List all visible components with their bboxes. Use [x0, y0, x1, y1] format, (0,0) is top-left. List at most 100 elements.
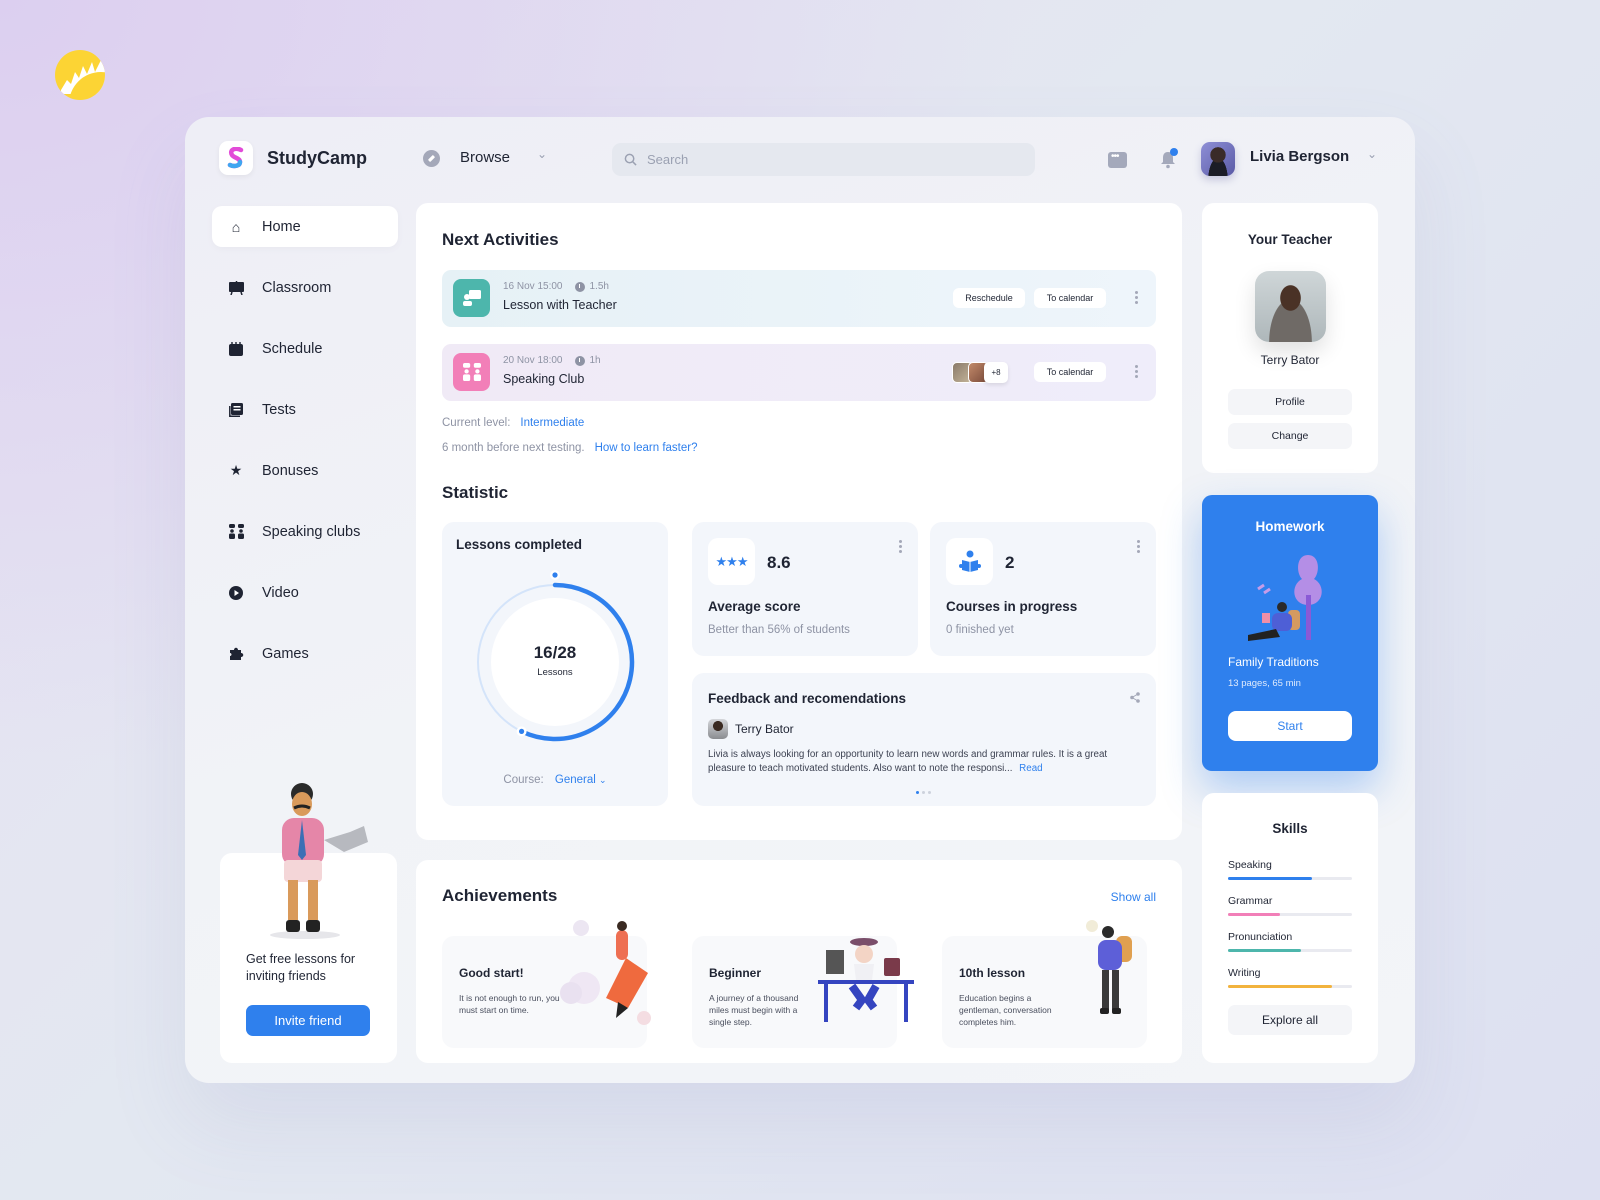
homework-title: Homework — [1255, 519, 1325, 534]
feedback-text: Livia is always looking for an opportuni… — [708, 749, 1108, 774]
achievement-title: Beginner — [709, 966, 762, 980]
reading-under-tree-illustration — [1248, 555, 1322, 641]
student-at-desk-illustration — [818, 938, 914, 1022]
more-options-icon[interactable] — [1135, 365, 1138, 379]
to-calendar-button[interactable]: To calendar — [1034, 288, 1106, 308]
courses-title: Courses in progress — [946, 599, 1078, 614]
lessons-count: 16/28 — [533, 643, 577, 662]
skills-card: Skills Speaking Grammar Pronunciation Writi… — [1202, 793, 1378, 1063]
progress-start-dot — [552, 572, 558, 578]
traveler-illustration — [1086, 920, 1132, 1014]
chat-icon[interactable] — [1108, 151, 1127, 168]
skill-name: Speaking — [1228, 859, 1272, 871]
teacher-profile-button[interactable]: Profile — [1228, 389, 1352, 415]
average-score-value: 8.6 — [767, 553, 791, 572]
sidebar-item-games[interactable]: Games — [212, 633, 398, 674]
average-score-title: Average score — [708, 599, 801, 614]
achievement-text: It is not enough to run, you must start … — [459, 993, 560, 1015]
skill-progress-track — [1228, 985, 1352, 988]
courses-value: 2 — [1005, 553, 1015, 572]
change-teacher-button[interactable]: Change — [1228, 423, 1352, 449]
chevron-down-icon[interactable]: ⌄ — [537, 147, 547, 161]
invite-text: Get free lessons for inviting friends — [246, 952, 356, 983]
sidebar-item-label: Schedule — [262, 340, 323, 357]
chevron-down-icon[interactable]: ⌄ — [599, 775, 607, 785]
search-input[interactable] — [647, 152, 1007, 167]
pagination-dots[interactable] — [916, 791, 931, 794]
activity-date: 20 Nov 18:00 — [503, 355, 563, 366]
next-activities-title: Next Activities — [442, 230, 559, 249]
activity-item[interactable]: 16 Nov 15:00 1.5h Lesson with Teacher Res… — [442, 270, 1156, 327]
speaking-clubs-icon — [228, 524, 244, 540]
homework-card: Homework Family Traditions 13 pages, 65 … — [1202, 495, 1378, 771]
chevron-down-icon[interactable]: ⌄ — [1367, 147, 1377, 161]
sidebar-item-label: Classroom — [262, 279, 332, 296]
start-homework-button[interactable]: Start — [1228, 711, 1352, 741]
statistic-title: Statistic — [442, 483, 509, 502]
sidebar-item-video[interactable]: Video — [212, 572, 398, 613]
teacher-card-title: Your Teacher — [1247, 232, 1333, 247]
skills-title: Skills — [1272, 821, 1308, 836]
achievements-panel: Achievements Show all Good start! It is … — [416, 860, 1182, 1063]
activity-title: Lesson with Teacher — [503, 298, 617, 312]
more-options-icon[interactable] — [899, 540, 902, 554]
reader-icon — [946, 538, 993, 585]
user-avatar[interactable] — [1201, 142, 1235, 176]
pagination-dot[interactable] — [922, 791, 925, 794]
progress-end-dot — [518, 728, 525, 734]
teacher-name: Terry Bator — [1260, 353, 1320, 367]
skill-progress-track — [1228, 877, 1352, 880]
activity-duration: 1h — [589, 355, 601, 366]
achievement-text: Education begins a gentleman, conversati… — [959, 993, 1052, 1027]
compass-icon[interactable] — [423, 150, 440, 167]
browse-menu[interactable]: Browse — [460, 149, 510, 166]
course-label: Course: — [503, 774, 544, 786]
pagination-dot[interactable] — [928, 791, 931, 794]
average-score-sub: Better than 56% of students — [708, 624, 850, 636]
tests-book-icon — [228, 402, 244, 418]
skill-progress-fill — [1228, 985, 1333, 988]
achievement-title: 10th lesson — [959, 966, 1026, 980]
sidebar-item-label: Bonuses — [262, 462, 319, 479]
notification-dot — [1170, 148, 1178, 156]
more-options-icon[interactable] — [1137, 540, 1140, 554]
sidebar-item-label: Tests — [262, 401, 296, 418]
sidebar-item-classroom[interactable]: Classroom — [212, 267, 398, 308]
sidebar-item-bonuses[interactable]: ★ Bonuses — [212, 450, 398, 491]
clock-icon — [574, 281, 585, 292]
explore-all-button[interactable]: Explore all — [1228, 1005, 1352, 1035]
sidebar-item-label: Video — [262, 584, 299, 601]
play-circle-icon — [228, 585, 244, 601]
achievement-text: A journey of a thousand miles must begin… — [709, 993, 799, 1027]
sun-logo-icon — [55, 50, 105, 100]
lessons-completed-title: Lessons completed — [456, 537, 583, 552]
learn-faster-link[interactable]: How to learn faster? — [595, 442, 698, 454]
pagination-dot-active[interactable] — [916, 791, 919, 794]
rocket-rider-illustration — [560, 920, 651, 1025]
sidebar-item-home[interactable]: ⌂ Home — [212, 206, 398, 247]
homework-meta: 13 pages, 65 min — [1228, 678, 1301, 689]
sidebar-item-tests[interactable]: Tests — [212, 389, 398, 430]
search-bar[interactable] — [612, 143, 1035, 176]
show-all-link[interactable]: Show all — [1111, 890, 1156, 904]
level-link[interactable]: Intermediate — [520, 417, 584, 429]
sidebar-item-schedule[interactable]: Schedule — [212, 328, 398, 369]
activity-item[interactable]: 20 Nov 18:00 1h Speaking Club +8 To calen… — [442, 344, 1156, 401]
sidebar-item-speaking-clubs[interactable]: Speaking clubs — [212, 511, 398, 552]
invite-friend-button[interactable]: Invite friend — [246, 1005, 370, 1036]
achievements-title: Achievements — [442, 886, 558, 905]
more-options-icon[interactable] — [1135, 291, 1138, 305]
teacher-lesson-icon — [453, 279, 490, 317]
read-more-link[interactable]: Read — [1019, 763, 1042, 774]
participants-group[interactable]: +8 — [952, 362, 1008, 383]
teacher-photo[interactable] — [1255, 271, 1326, 342]
share-icon[interactable] — [1130, 692, 1140, 703]
app-logo-icon[interactable] — [219, 141, 253, 175]
main-panel: Next Activities 16 Nov 15:00 1.5h Lesson … — [416, 203, 1182, 840]
level-label: Current level: — [442, 417, 511, 429]
to-calendar-button[interactable]: To calendar — [1034, 362, 1106, 382]
reschedule-button[interactable]: Reschedule — [953, 288, 1025, 308]
activity-title: Speaking Club — [503, 372, 585, 386]
course-select[interactable]: General — [555, 774, 596, 786]
user-name[interactable]: Livia Bergson — [1250, 148, 1349, 165]
